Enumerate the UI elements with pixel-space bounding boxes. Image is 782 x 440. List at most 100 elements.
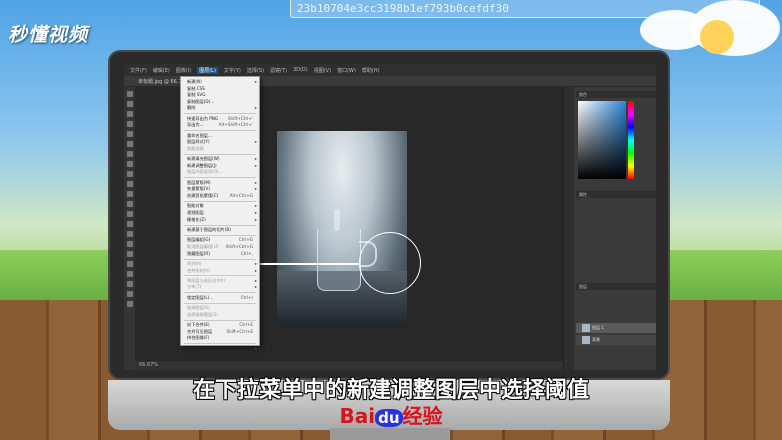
dropdown-item[interactable]: 向下合并(E) Ctrl+E bbox=[181, 322, 259, 329]
tool-icon[interactable] bbox=[126, 211, 133, 217]
toolbox bbox=[124, 87, 135, 370]
submenu-arrow-icon: ▸ bbox=[254, 186, 257, 192]
submenu-arrow-icon: ▸ bbox=[254, 277, 257, 283]
menu-9[interactable]: 窗口(W) bbox=[337, 67, 356, 74]
dropdown-item[interactable]: 复制图层(D)... bbox=[181, 99, 259, 106]
layer-row[interactable]: 图层 1 bbox=[576, 323, 656, 333]
tool-icon[interactable] bbox=[126, 151, 133, 157]
tool-icon[interactable] bbox=[126, 291, 133, 297]
dropdown-item[interactable]: 矢量蒙版(V) ▸ bbox=[181, 186, 259, 193]
dropdown-item[interactable]: 重命名图层... bbox=[181, 133, 259, 140]
layer-menu-dropdown: 新建(N) ▸ 复制 CSS 复制 SVG 复制图层(D)... 删除 ▸ 快速导出为 PNG… bbox=[180, 76, 260, 351]
menu-separator bbox=[184, 177, 256, 179]
dropdown-item: 排列(A) ▸ bbox=[181, 261, 259, 268]
menu-2[interactable]: 图像(I) bbox=[176, 67, 191, 74]
tool-icon[interactable] bbox=[126, 281, 133, 287]
dropdown-item[interactable]: 复制 CSS bbox=[181, 86, 259, 93]
tool-icon[interactable] bbox=[126, 201, 133, 207]
tool-icon[interactable] bbox=[126, 231, 133, 237]
dropdown-item-label: 删除 bbox=[187, 105, 196, 111]
tool-icon[interactable] bbox=[126, 91, 133, 97]
dropdown-item-label: 智能对象 bbox=[187, 203, 204, 209]
dropdown-item[interactable]: 图层编组(G) Ctrl+G bbox=[181, 237, 259, 244]
dropdown-item: 分布(T) ▸ bbox=[181, 284, 259, 291]
tool-icon[interactable] bbox=[126, 111, 133, 117]
dropdown-item-label: 新建调整图层(J) bbox=[187, 162, 217, 168]
right-panels: 颜色 属性 图层 图层 1 背景 bbox=[563, 87, 656, 370]
tool-icon[interactable] bbox=[126, 221, 133, 227]
menu-4[interactable]: 文字(Y) bbox=[224, 67, 241, 74]
menu-0[interactable]: 文件(F) bbox=[130, 67, 147, 74]
menu-3[interactable]: 图层(L) bbox=[197, 66, 218, 74]
menu-6[interactable]: 滤镜(T) bbox=[270, 67, 287, 74]
tool-icon[interactable] bbox=[126, 161, 133, 167]
tool-icon[interactable] bbox=[126, 301, 133, 307]
dropdown-item[interactable]: 复制 SVG bbox=[181, 92, 259, 99]
tool-icon[interactable] bbox=[126, 271, 133, 277]
brand-bai: Bai bbox=[339, 404, 376, 428]
tool-icon[interactable] bbox=[126, 141, 133, 147]
tool-icon[interactable] bbox=[126, 261, 133, 267]
layer-row[interactable]: 背景 bbox=[576, 335, 656, 345]
menu-7[interactable]: 3D(D) bbox=[293, 67, 308, 73]
dropdown-item[interactable]: 拼合图像(F) bbox=[181, 335, 259, 342]
menu-5[interactable]: 选择(S) bbox=[247, 67, 264, 74]
dropdown-item[interactable]: 导出为... Alt+Shift+Ctrl+' bbox=[181, 122, 259, 129]
layers-panel-header[interactable]: 图层 bbox=[576, 283, 656, 290]
submenu-arrow-icon: ▸ bbox=[254, 139, 257, 145]
watermark-hash: 23b10704e3cc3198b1ef793b0cefdf30 bbox=[290, 0, 760, 18]
tool-icon[interactable] bbox=[126, 101, 133, 107]
tool-icon[interactable] bbox=[126, 121, 133, 127]
dropdown-item-label: 修边 bbox=[187, 345, 196, 351]
dropdown-item-label: 链接图层(K) bbox=[187, 305, 210, 311]
dropdown-item[interactable]: 锁定图层(L)... Ctrl+/ bbox=[181, 295, 259, 302]
dropdown-item[interactable]: 创建剪贴蒙版(C) Alt+Ctrl+G bbox=[181, 193, 259, 200]
menubar: 文件(F) 编辑(E) 图像(I) 图层(L) 文字(Y) 选择(S) 滤镜(T) 3D(D)… bbox=[124, 64, 656, 76]
dropdown-item-label: 合并可见图层 bbox=[187, 328, 213, 334]
dropdown-item[interactable]: 新建填充图层(W) ▸ bbox=[181, 156, 259, 163]
dropdown-item[interactable]: 修边 ▸ bbox=[181, 346, 259, 353]
dropdown-item[interactable]: 快速导出为 PNG Shift+Ctrl+' bbox=[181, 116, 259, 123]
tool-icon[interactable] bbox=[126, 251, 133, 257]
dropdown-item[interactable]: 图层样式(Y) ▸ bbox=[181, 139, 259, 146]
tool-icon[interactable] bbox=[126, 241, 133, 247]
properties-panel-header[interactable]: 属性 bbox=[576, 191, 656, 198]
dropdown-item[interactable]: 新建调整图层(J) ▸ bbox=[181, 163, 259, 170]
zoom-level: 66.67% bbox=[139, 362, 159, 368]
dropdown-item-label: 栅格化(Z) bbox=[187, 216, 206, 222]
submenu-arrow-icon: ▸ bbox=[254, 79, 257, 84]
menu-1[interactable]: 编辑(E) bbox=[153, 67, 170, 74]
tool-icon[interactable] bbox=[126, 181, 133, 187]
layer-thumbnail bbox=[582, 336, 590, 344]
submenu-arrow-icon: ▸ bbox=[254, 267, 257, 273]
document-canvas[interactable] bbox=[277, 131, 407, 327]
tool-icon[interactable] bbox=[126, 131, 133, 137]
dropdown-item-shortcut: Shift+Ctrl+' bbox=[227, 115, 253, 121]
menu-10[interactable]: 帮助(H) bbox=[362, 67, 380, 74]
dropdown-item[interactable]: 视频图层 ▸ bbox=[181, 210, 259, 217]
menu-separator bbox=[184, 153, 256, 155]
dropdown-item-label: 分布(T) bbox=[187, 284, 202, 290]
menu-separator bbox=[184, 224, 256, 226]
menu-separator bbox=[184, 201, 256, 203]
color-panel-header[interactable]: 颜色 bbox=[576, 91, 656, 98]
dropdown-item[interactable]: 隐藏图层(R) Ctrl+, bbox=[181, 251, 259, 258]
menu-8[interactable]: 视图(V) bbox=[314, 67, 331, 74]
callout-line bbox=[255, 263, 359, 265]
dropdown-item[interactable]: 智能对象 ▸ bbox=[181, 203, 259, 210]
color-picker-field[interactable] bbox=[578, 101, 626, 179]
dropdown-item[interactable]: 新建(N) ▸ bbox=[181, 79, 259, 86]
dropdown-item[interactable]: 新建基于图层的切片(B) bbox=[181, 227, 259, 234]
menu-separator bbox=[184, 258, 256, 260]
dropdown-item[interactable]: 删除 ▸ bbox=[181, 105, 259, 112]
dropdown-item-label: 向下合并(E) bbox=[187, 322, 210, 328]
dropdown-item[interactable]: 图层蒙版(M) ▸ bbox=[181, 180, 259, 187]
tool-icon[interactable] bbox=[126, 191, 133, 197]
dropdown-item-shortcut: Ctrl+G bbox=[238, 237, 253, 243]
dropdown-item[interactable]: 栅格化(Z) ▸ bbox=[181, 217, 259, 224]
dropdown-item: 图层内容选项(O)... bbox=[181, 169, 259, 176]
hue-slider[interactable] bbox=[628, 101, 634, 179]
tool-icon[interactable] bbox=[126, 171, 133, 177]
dropdown-item[interactable]: 合并可见图层 Shift+Ctrl+E bbox=[181, 329, 259, 336]
submenu-arrow-icon: ▸ bbox=[254, 210, 257, 215]
